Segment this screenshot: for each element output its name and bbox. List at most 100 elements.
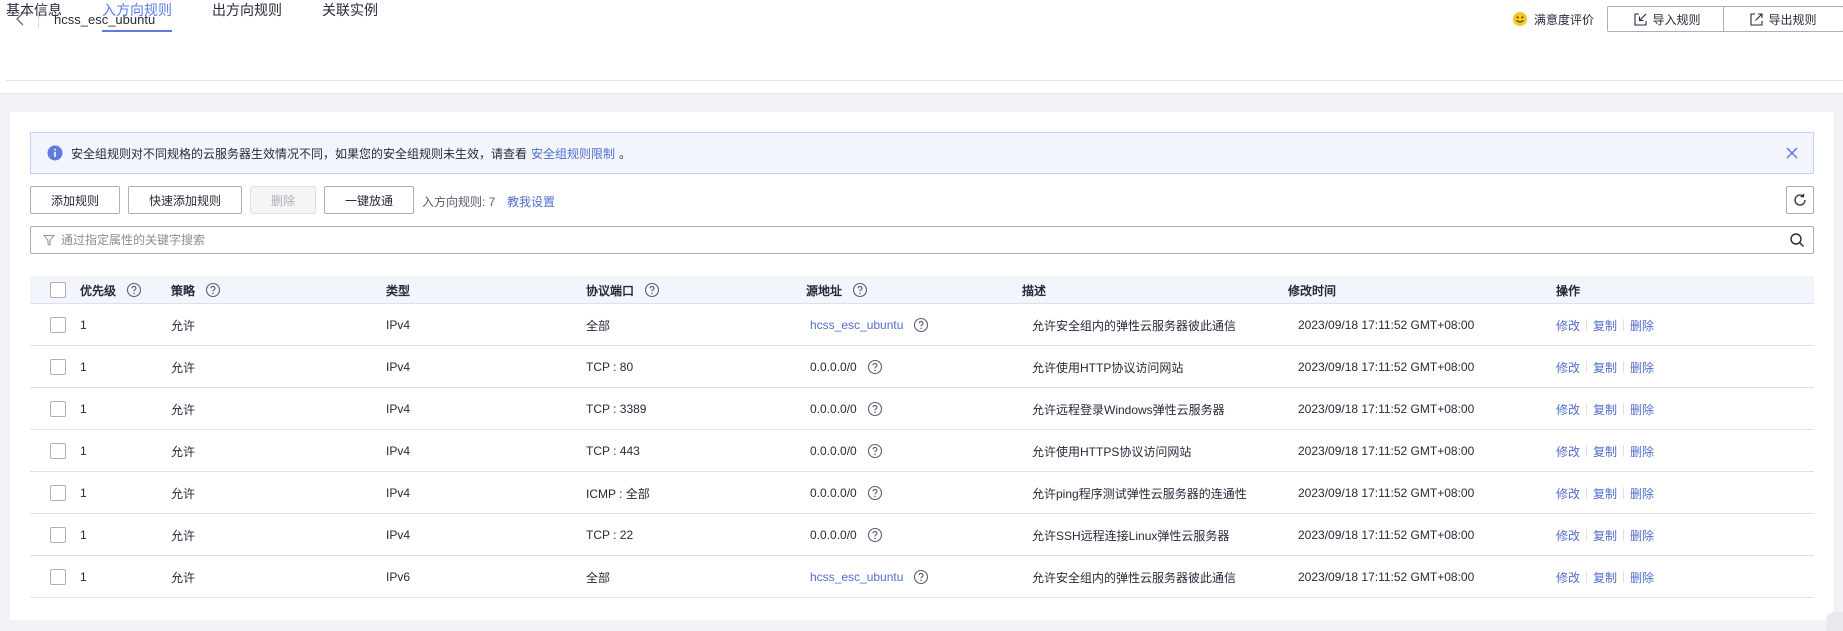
row-checkbox[interactable]	[50, 569, 66, 585]
refresh-button[interactable]	[1786, 186, 1814, 214]
row-checkbox[interactable]	[50, 401, 66, 417]
import-rules-button[interactable]: 导入规则	[1607, 6, 1728, 32]
column-header-type: 类型	[386, 276, 410, 304]
action-separator	[1586, 487, 1588, 499]
modify-link[interactable]: 修改	[1556, 527, 1580, 544]
tab-outbound-rules[interactable]: 出方向规则	[212, 0, 282, 32]
copy-link[interactable]: 复制	[1593, 527, 1617, 544]
export-rules-button[interactable]: 导出规则	[1723, 6, 1843, 32]
help-icon[interactable]	[913, 569, 929, 585]
action-separator	[1623, 487, 1625, 499]
source-address: 0.0.0.0/0	[810, 444, 857, 458]
smile-icon	[1513, 12, 1527, 26]
add-rule-button[interactable]: 添加规则	[30, 186, 120, 214]
cell-modified-time: 2023/09/18 17:11:52 GMT+08:00	[1298, 528, 1475, 542]
modify-link[interactable]: 修改	[1556, 569, 1580, 586]
delete-link[interactable]: 删除	[1630, 443, 1654, 460]
delete-link[interactable]: 删除	[1630, 317, 1654, 334]
cell-port: TCP : 22	[586, 528, 634, 542]
row-checkbox[interactable]	[50, 317, 66, 333]
cell-source: 0.0.0.0/0	[810, 430, 883, 472]
help-icon[interactable]	[867, 359, 883, 375]
row-checkbox[interactable]	[50, 359, 66, 375]
tab-inbound-rules[interactable]: 入方向规则	[102, 0, 172, 32]
cell-description: 允许安全组内的弹性云服务器彼此通信	[1032, 570, 1237, 585]
tab-associated-instances[interactable]: 关联实例	[322, 0, 378, 32]
help-icon[interactable]	[126, 282, 142, 298]
cell-type: IPv4	[386, 360, 411, 374]
help-icon[interactable]	[867, 443, 883, 459]
modify-link[interactable]: 修改	[1556, 317, 1580, 334]
copy-link[interactable]: 复制	[1593, 359, 1617, 376]
cell-port: TCP : 80	[586, 360, 634, 374]
row-checkbox[interactable]	[50, 527, 66, 543]
action-separator	[1623, 445, 1625, 457]
table-row: 1 允许 IPv4 TCP : 3389 0.0.0.0/0 允许远程登录Windows弹…	[30, 388, 1814, 430]
column-header-label: 类型	[386, 283, 411, 298]
modify-link[interactable]: 修改	[1556, 401, 1580, 418]
delete-link[interactable]: 删除	[1630, 485, 1654, 502]
modify-link[interactable]: 修改	[1556, 359, 1580, 376]
quick-add-rule-button[interactable]: 快速添加规则	[128, 186, 242, 214]
one-click-open-button[interactable]: 一键放通	[324, 186, 414, 214]
select-all-checkbox[interactable]	[50, 282, 66, 298]
cell-source: hcss_esc_ubuntu	[810, 556, 929, 598]
copy-link[interactable]: 复制	[1593, 569, 1617, 586]
refresh-icon	[1794, 193, 1806, 206]
row-checkbox[interactable]	[50, 443, 66, 459]
search-icon[interactable]	[1789, 232, 1805, 248]
action-separator	[1586, 529, 1588, 541]
tabs-divider	[6, 80, 1843, 81]
delete-link[interactable]: 删除	[1630, 569, 1654, 586]
export-rules-label: 导出规则	[1768, 12, 1817, 27]
cell-modified-time: 2023/09/18 17:11:52 GMT+08:00	[1298, 444, 1475, 458]
row-checkbox[interactable]	[50, 485, 66, 501]
action-separator	[1586, 361, 1588, 373]
cell-actions: 修改 复制 删除	[1556, 514, 1654, 556]
cell-port: TCP : 443	[586, 444, 640, 458]
source-address: 0.0.0.0/0	[810, 402, 857, 416]
delete-link[interactable]: 删除	[1630, 527, 1654, 544]
help-icon[interactable]	[205, 282, 221, 298]
delete-link[interactable]: 删除	[1630, 359, 1654, 376]
copy-link[interactable]: 复制	[1593, 443, 1617, 460]
modify-link[interactable]: 修改	[1556, 485, 1580, 502]
action-separator	[1586, 319, 1588, 331]
tab-basic-info[interactable]: 基本信息	[6, 0, 62, 32]
table-row: 1 允许 IPv4 全部 hcss_esc_ubuntu 允许安全组内的弹性云服务器彼此通…	[30, 304, 1814, 346]
source-group-link[interactable]: hcss_esc_ubuntu	[810, 318, 903, 332]
help-icon[interactable]	[867, 527, 883, 543]
table-row: 1 允许 IPv4 TCP : 22 0.0.0.0/0 允许SSH远程连接Linux弹性…	[30, 514, 1814, 556]
column-header-description: 描述	[1022, 276, 1046, 304]
cell-port: 全部	[586, 318, 611, 333]
info-icon	[47, 145, 63, 161]
help-icon[interactable]	[867, 485, 883, 501]
security-group-limit-link[interactable]: 安全组规则限制	[531, 145, 615, 162]
column-header-label: 策略	[171, 283, 196, 298]
action-separator	[1623, 403, 1625, 415]
cell-type: IPv4	[386, 402, 411, 416]
copy-link[interactable]: 复制	[1593, 317, 1617, 334]
column-header-actions: 操作	[1556, 276, 1580, 304]
copy-link[interactable]: 复制	[1593, 401, 1617, 418]
source-group-link[interactable]: hcss_esc_ubuntu	[810, 570, 903, 584]
action-separator	[1623, 529, 1625, 541]
help-icon[interactable]	[644, 282, 660, 298]
delete-link[interactable]: 删除	[1630, 401, 1654, 418]
teach-me-link[interactable]: 教我设置	[507, 193, 555, 210]
cell-priority: 1	[80, 402, 87, 416]
search-input[interactable]	[61, 228, 1789, 252]
column-header-source: 源地址	[806, 276, 868, 304]
source-address: 0.0.0.0/0	[810, 486, 857, 500]
help-icon[interactable]	[867, 401, 883, 417]
table-row: 1 允许 IPv6 全部 hcss_esc_ubuntu 允许安全组内的弹性云服务器彼此通…	[30, 556, 1814, 598]
close-icon[interactable]	[1785, 146, 1799, 160]
satisfaction-link[interactable]: 满意度评价	[1512, 9, 1594, 29]
cell-actions: 修改 复制 删除	[1556, 430, 1654, 472]
help-icon[interactable]	[913, 317, 929, 333]
delete-button[interactable]: 删除	[250, 186, 316, 214]
help-icon[interactable]	[852, 282, 868, 298]
copy-link[interactable]: 复制	[1593, 485, 1617, 502]
corner-widget	[1826, 612, 1843, 631]
modify-link[interactable]: 修改	[1556, 443, 1580, 460]
